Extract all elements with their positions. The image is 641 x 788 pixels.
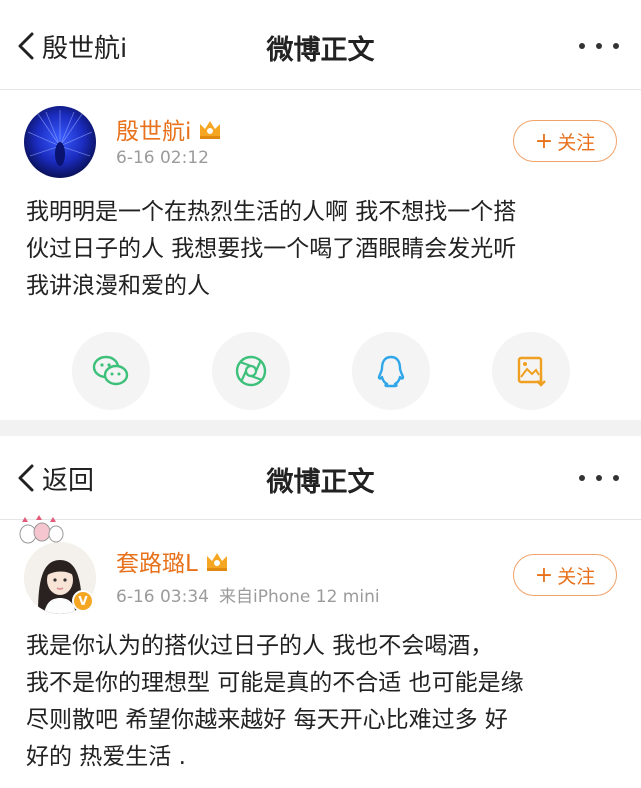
page-title: 微博正文 bbox=[266, 35, 375, 66]
post-meta: 6-16 02:12 bbox=[116, 148, 209, 168]
moments-icon bbox=[235, 355, 267, 387]
post-content: 我是你认为的搭伙过日子的人 我也不会喝酒， 我不是你的理想型 可能是真的不合适 … bbox=[26, 628, 619, 776]
peacock-avatar-image bbox=[24, 106, 96, 178]
bunny-sticker-icon bbox=[19, 515, 64, 544]
post-panel-1: 殷世航i 微博正文 殷世航i 6-16 02:12 + 关注 我明明是一个在热烈… bbox=[0, 0, 641, 420]
plus-icon: + bbox=[534, 562, 554, 588]
post-time: 6-16 03:34 bbox=[116, 587, 209, 607]
username[interactable]: 套路璐L bbox=[116, 544, 230, 578]
more-button[interactable] bbox=[579, 468, 619, 488]
content-line: 我明明是一个在热烈生活的人啊 我不想找一个搭 bbox=[26, 199, 517, 225]
username-text: 套路璐L bbox=[116, 551, 198, 577]
more-button[interactable] bbox=[579, 36, 619, 56]
wechat-icon bbox=[92, 355, 129, 386]
content-line: 好的 热爱生活 . bbox=[26, 744, 186, 770]
share-row bbox=[0, 332, 641, 412]
post-panel-2: 返回 微博正文 V 套路璐L 6-16 03:34 来自iPhone 12 mi… bbox=[0, 436, 641, 788]
qq-icon bbox=[377, 355, 405, 388]
content-line: 尽则散吧 希望你越来越好 每天开心比难过多 好 bbox=[26, 707, 508, 733]
username-text: 殷世航i bbox=[116, 119, 192, 145]
share-wechat-button[interactable] bbox=[72, 332, 150, 410]
username[interactable]: 殷世航i bbox=[116, 112, 223, 146]
post-time: 6-16 02:12 bbox=[116, 148, 209, 168]
content-line: 我不是你的理想型 可能是真的不合适 也可能是缘 bbox=[26, 670, 524, 696]
nav-bar: 殷世航i 微博正文 bbox=[0, 0, 641, 90]
content-line: 伙过日子的人 我想要找一个喝了酒眼睛会发光听 bbox=[26, 236, 517, 262]
follow-label: 关注 bbox=[557, 131, 596, 154]
avatar[interactable] bbox=[24, 106, 96, 178]
nav-bar: 返回 微博正文 bbox=[0, 436, 641, 520]
ellipsis-icon bbox=[613, 475, 619, 481]
ellipsis-icon bbox=[596, 43, 602, 49]
vip-crown-icon bbox=[200, 121, 221, 139]
share-save-image-button[interactable] bbox=[492, 332, 570, 410]
ellipsis-icon bbox=[579, 43, 585, 49]
plus-icon: + bbox=[534, 128, 554, 154]
ellipsis-icon bbox=[579, 475, 585, 481]
share-qq-button[interactable] bbox=[352, 332, 430, 410]
post-source: 来自iPhone 12 mini bbox=[218, 587, 380, 607]
post-content: 我明明是一个在热烈生活的人啊 我不想找一个搭 伙过日子的人 我想要找一个喝了酒眼… bbox=[26, 194, 619, 305]
save-image-icon bbox=[517, 356, 546, 387]
follow-button[interactable]: + 关注 bbox=[513, 554, 617, 596]
follow-label: 关注 bbox=[557, 565, 596, 588]
content-line: 我是你认为的搭伙过日子的人 我也不会喝酒， bbox=[26, 633, 494, 659]
vip-crown-icon bbox=[206, 553, 227, 571]
follow-button[interactable]: + 关注 bbox=[513, 120, 617, 162]
content-line: 我讲浪漫和爱的人 bbox=[26, 273, 210, 299]
page-title: 微博正文 bbox=[266, 467, 375, 498]
ellipsis-icon bbox=[613, 43, 619, 49]
post-header: 殷世航i 6-16 02:12 + 关注 bbox=[0, 90, 641, 178]
post-meta: 6-16 03:34 来自iPhone 12 mini bbox=[116, 582, 380, 607]
ellipsis-icon bbox=[596, 475, 602, 481]
share-moments-button[interactable] bbox=[212, 332, 290, 410]
panel-divider bbox=[0, 420, 641, 436]
post-header: V 套路璐L 6-16 03:34 来自iPhone 12 mini + 关注 bbox=[0, 515, 641, 614]
verified-badge-icon: V bbox=[72, 590, 94, 612]
